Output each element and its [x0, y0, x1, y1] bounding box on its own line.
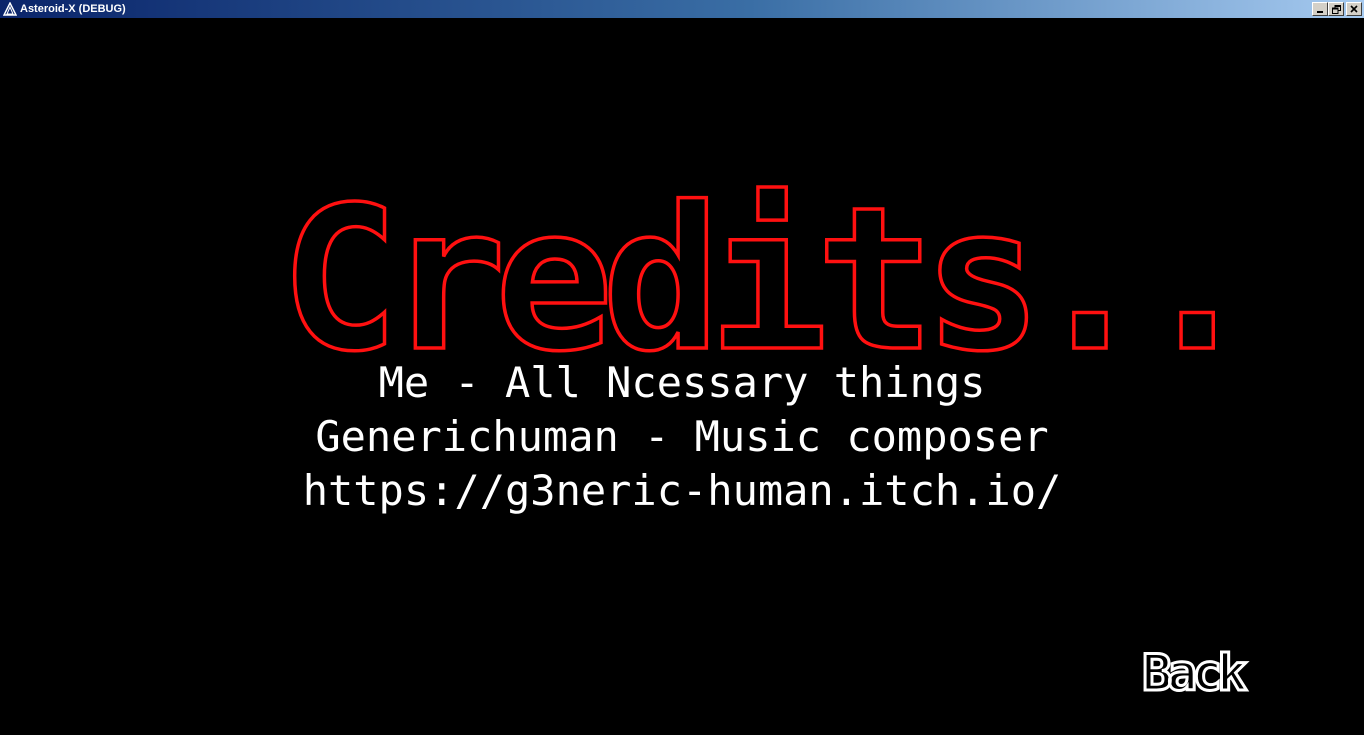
- back-button[interactable]: Back: [1140, 643, 1270, 704]
- credit-line-music: Generichuman - Music composer: [315, 412, 1049, 461]
- window-titlebar[interactable]: Asteroid-X (DEBUG): [0, 0, 1364, 18]
- game-window: Asteroid-X (DEBUG) Credits.. Me - All Nc…: [0, 0, 1364, 735]
- close-button[interactable]: [1346, 2, 1362, 16]
- credits-screen: Credits.. Me - All Ncessary things Gener…: [0, 18, 1364, 735]
- asteroid-logo-icon[interactable]: [2, 1, 18, 17]
- window-controls: [1312, 2, 1362, 16]
- restore-button[interactable]: [1328, 2, 1344, 16]
- back-button-label: Back: [1142, 646, 1247, 696]
- minimize-icon: [1316, 5, 1324, 13]
- window-title: Asteroid-X (DEBUG): [20, 3, 126, 15]
- credits-heading: Credits..: [278, 162, 1258, 397]
- credit-line-link[interactable]: https://g3neric-human.itch.io/: [0, 466, 1364, 516]
- credit-line-me: Me - All Ncessary things: [378, 358, 986, 407]
- minimize-button[interactable]: [1312, 2, 1328, 16]
- close-icon: [1350, 5, 1358, 13]
- restore-icon: [1331, 4, 1341, 14]
